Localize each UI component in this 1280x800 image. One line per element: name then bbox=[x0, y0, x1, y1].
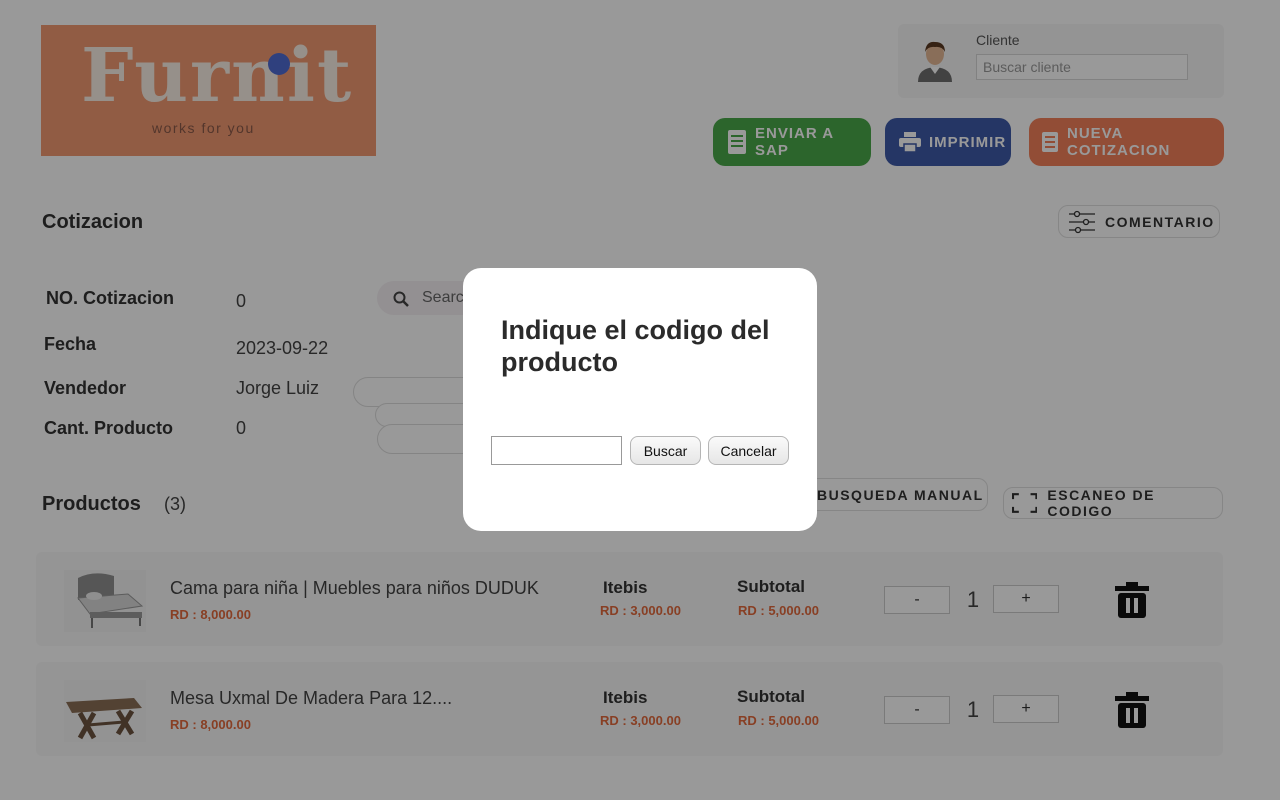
cancel-button[interactable]: Cancelar bbox=[708, 436, 789, 465]
dialog-title: Indique el codigo del producto bbox=[501, 315, 770, 377]
product-code-dialog: Indique el codigo del producto Buscar Ca… bbox=[463, 268, 817, 531]
search-button[interactable]: Buscar bbox=[630, 436, 701, 465]
product-code-input[interactable] bbox=[491, 436, 622, 465]
